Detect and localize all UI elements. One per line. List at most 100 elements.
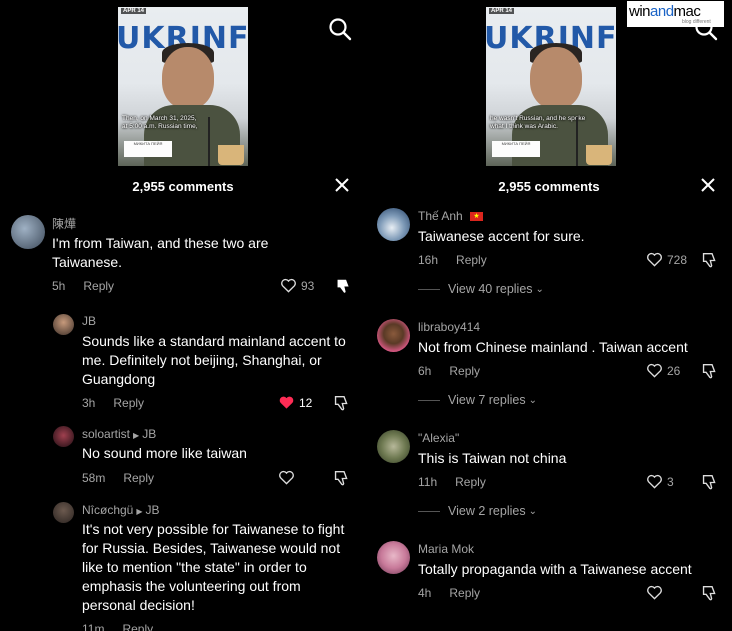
heart-outline-icon — [281, 278, 296, 293]
comment-text: No sound more like taiwan — [82, 445, 247, 461]
view-replies-button[interactable]: View 40 replies ⌄ — [418, 282, 544, 296]
right-comments-panel: UKRINFO he wasn't Russian, and he spoke … — [366, 0, 732, 631]
comment-text: This is Taiwan not china — [418, 450, 567, 466]
like-button[interactable]: 728 — [646, 252, 687, 267]
like-count: 12 — [299, 395, 313, 410]
reply-button[interactable]: Reply — [113, 396, 144, 410]
comment-username[interactable]: Maria Mok — [418, 542, 474, 556]
thumbs-down-icon[interactable] — [333, 395, 350, 412]
username: Nîcøchgü — [82, 503, 134, 517]
comment-time: 4h — [418, 586, 432, 600]
avatar[interactable] — [377, 430, 410, 463]
left-comments-panel: UKRINFO Then, on March 31, 2025, at 5:00… — [0, 0, 366, 631]
comment-text: I'm from Taiwan, and these two are Taiwa… — [52, 235, 269, 270]
like-button[interactable]: 12 — [278, 395, 312, 410]
video-date-tag: APR 14 — [489, 8, 515, 14]
like-button[interactable]: 93 — [280, 278, 314, 293]
comment-username[interactable]: libraboy414 — [418, 320, 480, 334]
thumbs-down-icon[interactable] — [701, 474, 718, 491]
heart-outline-icon — [647, 363, 662, 378]
comment-meta: 11h Reply — [418, 475, 486, 489]
comment-time: 11m — [82, 622, 105, 631]
view-replies-label: View 7 replies — [448, 393, 526, 407]
avatar[interactable] — [377, 319, 410, 352]
like-count: 93 — [301, 278, 315, 293]
reply-button[interactable]: Reply — [449, 586, 480, 600]
comment-meta: 58m Reply — [82, 471, 154, 485]
like-count: 26 — [667, 363, 681, 378]
comment-username[interactable]: Thế Anh ★ — [418, 209, 484, 223]
thumbs-down-filled-icon[interactable] — [335, 278, 352, 295]
comment-meta: 11m Reply — [82, 622, 153, 631]
view-replies-label: View 40 replies — [448, 282, 533, 296]
logo-win: win — [629, 3, 651, 20]
comment-meta: 5h Reply — [52, 279, 114, 293]
reply-button[interactable]: Reply — [83, 279, 114, 293]
video-thumbnail[interactable]: UKRINFO he wasn't Russian, and he spoke … — [486, 7, 616, 166]
logo-mac: mac — [673, 3, 701, 20]
divider-line — [418, 399, 440, 401]
heart-outline-icon — [647, 474, 662, 489]
view-replies-button[interactable]: View 7 replies ⌄ — [418, 393, 537, 407]
video-thumbnail[interactable]: UKRINFO Then, on March 31, 2025, at 5:00… — [118, 7, 248, 166]
avatar[interactable] — [53, 426, 74, 447]
reply-button[interactable]: Reply — [449, 364, 480, 378]
video-person-face — [530, 47, 582, 109]
logo-wordmark: winandmac — [629, 3, 701, 20]
avatar[interactable] — [53, 314, 74, 335]
comment-username[interactable]: soloartist ▶ JB — [82, 427, 156, 441]
avatar[interactable] — [53, 502, 74, 523]
reply-arrow-icon: ▶ — [133, 431, 140, 440]
reply-to-user: JB — [145, 503, 160, 517]
comment-text: Not from Chinese mainland . Taiwan accen… — [418, 339, 688, 355]
avatar[interactable] — [11, 215, 45, 249]
avatar[interactable] — [377, 208, 410, 241]
comment-meta: 3h Reply — [82, 396, 144, 410]
video-subtitle: Then, on March 31, 2025, at 5:00 a.m. Ru… — [122, 115, 198, 130]
comment-time: 58m — [82, 471, 106, 485]
divider-line — [418, 510, 440, 512]
like-button[interactable] — [278, 470, 295, 485]
comment-time: 16h — [418, 253, 439, 267]
avatar[interactable] — [377, 541, 410, 574]
reply-button[interactable]: Reply — [455, 475, 486, 489]
comment-username[interactable]: Nîcøchgü ▶ JB — [82, 503, 160, 517]
video-microphone — [208, 117, 210, 166]
reply-button[interactable]: Reply — [456, 253, 487, 267]
reply-to-user: JB — [142, 427, 157, 441]
chevron-down-icon: ⌄ — [528, 505, 537, 517]
video-placard: МИКИТА ПЕЙЯ — [124, 141, 172, 157]
comment-count: 2,955 comments — [132, 179, 234, 194]
view-replies-button[interactable]: View 2 replies ⌄ — [418, 504, 537, 518]
logo-tagline: blog different — [682, 19, 711, 25]
close-icon[interactable] — [334, 177, 350, 193]
like-button[interactable] — [646, 585, 663, 600]
comment-username[interactable]: JB — [82, 314, 96, 328]
thumbs-down-icon[interactable] — [701, 363, 718, 380]
username: soloartist — [82, 427, 131, 441]
chevron-down-icon: ⌄ — [528, 394, 537, 406]
video-placard: МИКИТА ПЕЙЯ — [492, 141, 540, 157]
heart-outline-icon — [647, 585, 662, 600]
view-replies-label: View 2 replies — [448, 504, 526, 518]
heart-outline-icon — [647, 252, 662, 267]
close-icon[interactable] — [700, 177, 716, 193]
like-button[interactable]: 26 — [646, 363, 680, 378]
heart-filled-icon — [279, 396, 294, 409]
thumbs-down-icon[interactable] — [333, 470, 350, 487]
like-button[interactable]: 3 — [646, 474, 674, 489]
reply-button[interactable]: Reply — [122, 622, 153, 631]
comment-text: Taiwanese accent for sure. — [418, 228, 585, 244]
reply-button[interactable]: Reply — [123, 471, 154, 485]
thumbs-down-icon[interactable] — [701, 585, 718, 602]
username: Thế Anh — [418, 209, 463, 223]
reply-arrow-icon: ▶ — [136, 507, 143, 516]
search-icon[interactable] — [328, 17, 352, 41]
like-count: 3 — [667, 474, 674, 489]
comment-count: 2,955 comments — [498, 179, 600, 194]
comment-username[interactable]: 陳燁 — [52, 215, 76, 232]
comment-meta: 6h Reply — [418, 364, 480, 378]
comment-username[interactable]: "Alexia" — [418, 431, 459, 445]
thumbs-down-icon[interactable] — [701, 252, 718, 269]
video-subtitle: he wasn't Russian, and he spoke what I t… — [490, 115, 585, 130]
